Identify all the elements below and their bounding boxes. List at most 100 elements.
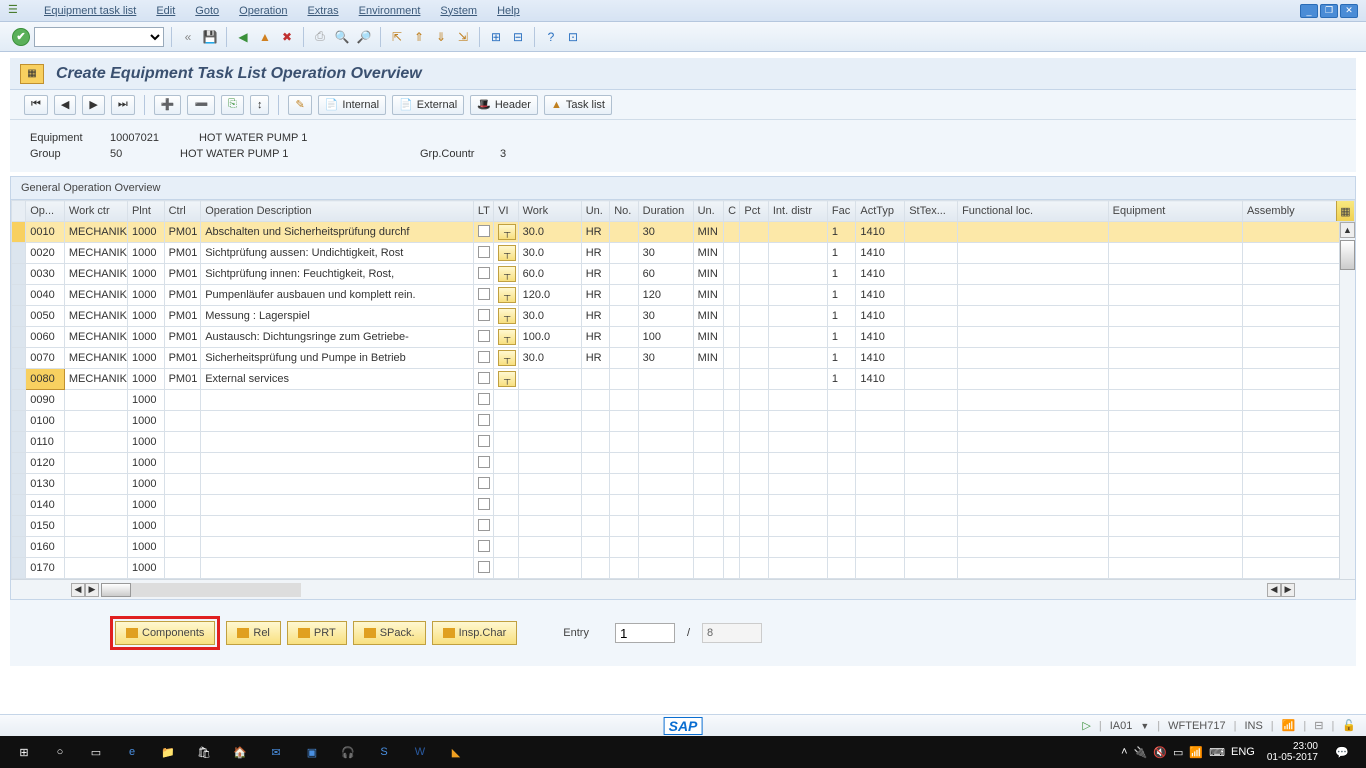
cell-c[interactable] [724,453,740,474]
cell-sttex[interactable] [905,537,958,558]
cell-duration[interactable] [638,558,693,579]
cell-intdistr[interactable] [768,537,827,558]
cell-lt[interactable] [473,495,493,516]
col-equipment[interactable]: Equipment [1108,201,1242,222]
cell-sttex[interactable] [905,285,958,306]
cell-c[interactable] [724,306,740,327]
cell-funcloc[interactable] [958,327,1109,348]
cell-intdistr[interactable] [768,222,827,243]
cell-workctr[interactable] [64,432,127,453]
cell-funcloc[interactable] [958,306,1109,327]
table-row[interactable]: 01101000 [12,432,1355,453]
row-selector[interactable] [12,369,26,390]
cell-op[interactable]: 0150 [26,516,65,537]
cell-sttex[interactable] [905,558,958,579]
cell-workctr[interactable]: MECHANIK [64,285,127,306]
hierarchy-icon[interactable]: ┬ [498,350,516,366]
cell-assembly[interactable] [1242,432,1354,453]
back-nav-icon[interactable]: « [179,28,197,46]
cell-op[interactable]: 0060 [26,327,65,348]
cell-sttex[interactable] [905,222,958,243]
cell-acttyp[interactable] [856,495,905,516]
status-tcode[interactable]: IA01 [1110,720,1133,732]
col-selector[interactable] [12,201,26,222]
cell-lt[interactable] [473,264,493,285]
cell-duration[interactable] [638,495,693,516]
cell-op[interactable]: 0010 [26,222,65,243]
nav-first-icon[interactable]: ⏮ [24,95,48,115]
cell-funcloc[interactable] [958,495,1109,516]
cell-lt[interactable] [473,411,493,432]
table-row[interactable]: 01401000 [12,495,1355,516]
save-icon[interactable]: 💾 [201,28,219,46]
cell-lt[interactable] [473,474,493,495]
cell-acttyp[interactable]: 1410 [856,222,905,243]
cell-ctrl[interactable] [164,453,201,474]
cell-fac[interactable]: 1 [827,306,855,327]
cell-funcloc[interactable] [958,285,1109,306]
cell-vi[interactable]: ┬ [494,327,518,348]
cell-funcloc[interactable] [958,411,1109,432]
cell-ctrl[interactable] [164,495,201,516]
cell-intdistr[interactable] [768,495,827,516]
cell-workctr[interactable]: MECHANIK [64,264,127,285]
cell-ctrl[interactable]: PM01 [164,264,201,285]
cell-plnt[interactable]: 1000 [127,537,164,558]
cell-desc[interactable]: Sichtprüfung aussen: Undichtigkeit, Rost [201,243,474,264]
cell-sttex[interactable] [905,390,958,411]
table-row[interactable]: 01201000 [12,453,1355,474]
cell-intdistr[interactable] [768,348,827,369]
lt-checkbox[interactable] [478,225,490,237]
cell-assembly[interactable] [1242,243,1354,264]
cell-un2[interactable]: MIN [693,285,724,306]
cell-vi[interactable] [494,495,518,516]
cell-equipment[interactable] [1108,264,1242,285]
cell-duration[interactable] [638,432,693,453]
row-selector[interactable] [12,327,26,348]
cell-plnt[interactable]: 1000 [127,390,164,411]
cell-vi[interactable]: ┬ [494,243,518,264]
cell-work[interactable]: 30.0 [518,306,581,327]
nav-last-icon[interactable]: ⏭ [111,95,135,115]
cell-assembly[interactable] [1242,474,1354,495]
cell-work[interactable] [518,495,581,516]
cell-workctr[interactable] [64,390,127,411]
cell-c[interactable] [724,390,740,411]
table-row[interactable]: 0060MECHANIK1000PM01Austausch: Dichtungs… [12,327,1355,348]
cell-intdistr[interactable] [768,516,827,537]
col-un1[interactable]: Un. [581,201,609,222]
cell-equipment[interactable] [1108,516,1242,537]
cell-un2[interactable] [693,516,724,537]
cell-fac[interactable]: 1 [827,348,855,369]
cell-fac[interactable]: 1 [827,222,855,243]
cell-op[interactable]: 0040 [26,285,65,306]
cell-assembly[interactable] [1242,453,1354,474]
cell-no[interactable] [610,495,638,516]
cell-workctr[interactable] [64,558,127,579]
cell-funcloc[interactable] [958,264,1109,285]
cell-no[interactable] [610,243,638,264]
cell-plnt[interactable]: 1000 [127,432,164,453]
cell-pct[interactable] [740,285,768,306]
row-selector[interactable] [12,243,26,264]
first-page-icon[interactable]: ⇱ [388,28,406,46]
cell-no[interactable] [610,348,638,369]
cell-fac[interactable] [827,516,855,537]
cell-pct[interactable] [740,474,768,495]
cell-ctrl[interactable] [164,474,201,495]
cell-no[interactable] [610,558,638,579]
cell-acttyp[interactable] [856,537,905,558]
prev-page-icon[interactable]: ⇑ [410,28,428,46]
table-row[interactable]: 01601000 [12,537,1355,558]
cell-assembly[interactable] [1242,558,1354,579]
cell-assembly[interactable] [1242,306,1354,327]
shortcut-icon[interactable]: ⊟ [509,28,527,46]
cell-ctrl[interactable]: PM01 [164,327,201,348]
cell-workctr[interactable] [64,474,127,495]
lt-checkbox[interactable] [478,519,490,531]
cell-c[interactable] [724,285,740,306]
cell-sttex[interactable] [905,243,958,264]
help-icon[interactable]: ? [542,28,560,46]
col-lt[interactable]: LT [473,201,493,222]
cell-assembly[interactable] [1242,516,1354,537]
